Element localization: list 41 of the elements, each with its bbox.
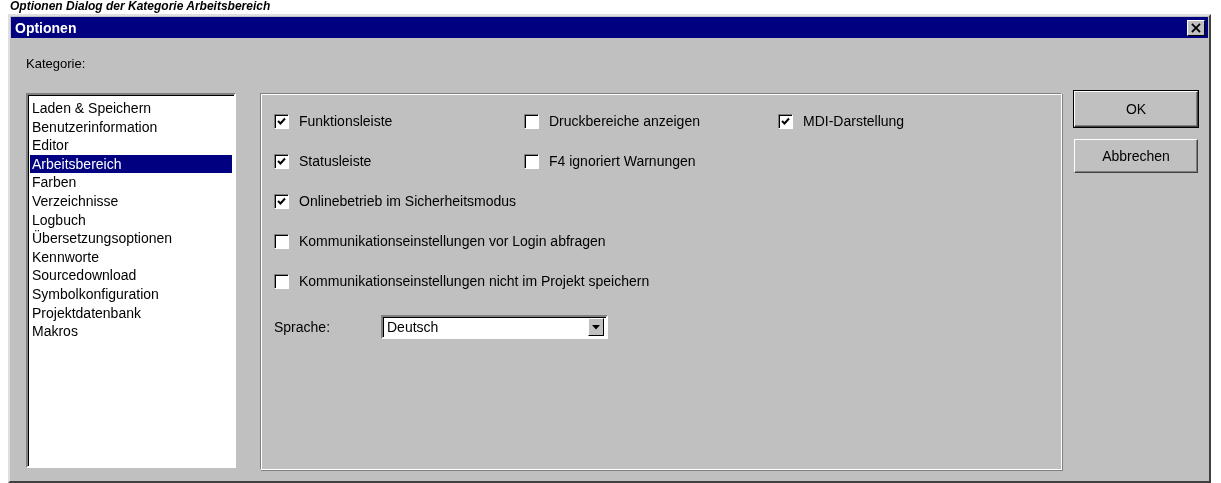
checkbox[interactable] (524, 113, 539, 129)
language-dropdown[interactable]: Deutsch (381, 315, 608, 339)
checkbox[interactable] (778, 113, 793, 129)
checkbox-option[interactable]: Druckbereiche anzeigen (524, 113, 778, 129)
category-item[interactable]: Editor (30, 136, 232, 155)
category-item[interactable]: Arbeitsbereich (30, 154, 232, 174)
check-icon (277, 116, 286, 126)
check-icon (781, 116, 790, 126)
checkbox[interactable] (274, 153, 289, 169)
checkbox[interactable] (274, 113, 289, 129)
category-item[interactable]: Übersetzungsoptionen (30, 229, 232, 248)
category-item[interactable]: Logbuch (30, 210, 232, 230)
language-label: Sprache: (274, 319, 332, 335)
check-icon (277, 156, 286, 166)
checkbox-option[interactable]: MDI-Darstellung (778, 113, 905, 129)
checkbox-option[interactable]: Kommunikationseinstellungen nicht im Projekt speichern (274, 273, 650, 289)
category-item[interactable]: Sourcedownload (30, 266, 232, 285)
category-label: Kategorie: (26, 55, 87, 73)
checkbox-option[interactable]: Funktionsleiste (274, 113, 524, 129)
close-button[interactable]: × (1187, 19, 1205, 36)
checkbox[interactable] (274, 273, 289, 289)
checkbox-option[interactable]: Onlinebetrieb im Sicherheitsmodus (274, 193, 517, 209)
category-item[interactable]: Symbolkonfiguration (30, 284, 232, 304)
checkbox-option[interactable]: Kommunikationseinstellungen vor Login abfragen (274, 233, 606, 249)
window-title: Optionen (15, 19, 77, 36)
dialog-button[interactable]: Abbrechen (1074, 139, 1198, 173)
category-item[interactable]: Kennworte (30, 247, 232, 267)
check-icon (277, 196, 286, 206)
category-item[interactable]: Projektdatenbank (30, 303, 232, 323)
figure-caption: Optionen Dialog der Kategorie Arbeitsbereich (9, 0, 272, 13)
checkbox[interactable] (274, 193, 289, 209)
category-item[interactable]: Verzeichnisse (30, 191, 232, 211)
checkbox[interactable] (274, 233, 289, 249)
checkbox-option[interactable]: F4 ignoriert Warnungen (524, 153, 778, 169)
dialog-button[interactable]: OK (1074, 91, 1198, 127)
category-item[interactable]: Laden & Speichern (30, 99, 232, 118)
category-item[interactable]: Benutzerinformation (30, 117, 232, 137)
category-item[interactable]: Makros (30, 322, 232, 341)
checkbox-option[interactable]: Statusleiste (274, 153, 524, 169)
checkbox[interactable] (524, 153, 539, 169)
category-item[interactable]: Farben (30, 173, 232, 192)
